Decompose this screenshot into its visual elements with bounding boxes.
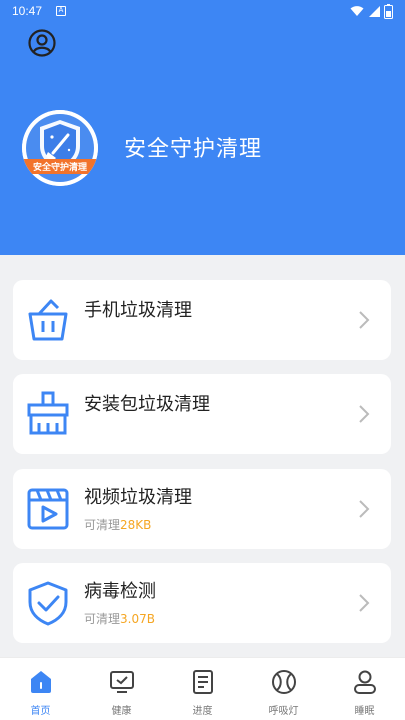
chevron-right-icon bbox=[359, 311, 370, 329]
tab-label: 健康 bbox=[111, 706, 132, 717]
profile-button[interactable] bbox=[27, 28, 57, 58]
status-bar: 10:47 A bbox=[0, 0, 405, 24]
cleanable-amount: 28KB bbox=[120, 518, 152, 532]
cleanable-size: 可清理3.07B bbox=[84, 610, 155, 627]
cleanable-amount: 3.07B bbox=[120, 612, 155, 626]
broom-icon bbox=[27, 391, 69, 435]
card-virus-scan[interactable]: 病毒检测 可清理3.07B bbox=[13, 563, 391, 643]
chevron-right-icon bbox=[359, 405, 370, 423]
monitor-check-icon bbox=[110, 671, 134, 693]
chevron-right-icon bbox=[359, 594, 370, 612]
shield-check-icon bbox=[28, 581, 68, 626]
signal-icon bbox=[369, 6, 380, 17]
card-title: 视频垃圾清理 bbox=[84, 487, 192, 508]
cleanable-size: 可清理28KB bbox=[84, 516, 151, 533]
tab-breathing-light[interactable]: 呼吸灯 bbox=[243, 658, 324, 720]
card-package-junk[interactable]: 安装包垃圾清理 bbox=[13, 374, 391, 454]
status-time: 10:47 bbox=[12, 4, 43, 18]
bottom-tab-bar: 首页 健康 进度 呼吸灯 睡眠 bbox=[0, 657, 405, 720]
card-title: 安装包垃圾清理 bbox=[84, 394, 210, 415]
tab-sleep[interactable]: 睡眠 bbox=[324, 658, 405, 720]
battery-icon bbox=[384, 4, 393, 19]
card-video-junk[interactable]: 视频垃圾清理 可清理28KB bbox=[13, 469, 391, 549]
tab-label: 首页 bbox=[30, 706, 51, 717]
tab-home[interactable]: 首页 bbox=[0, 658, 81, 720]
tab-label: 进度 bbox=[192, 706, 213, 717]
video-clapper-icon bbox=[27, 488, 69, 530]
app-title: 安全守护清理 bbox=[124, 137, 263, 162]
cleanable-label: 可清理 bbox=[84, 518, 121, 532]
logo-text: 安全守护清理 bbox=[32, 163, 87, 173]
person-icon bbox=[354, 670, 376, 694]
app-logo: 安全守护清理 bbox=[22, 110, 98, 186]
card-phone-junk[interactable]: 手机垃圾清理 bbox=[13, 280, 391, 360]
notification-icon: A bbox=[56, 6, 66, 16]
tab-health[interactable]: 健康 bbox=[81, 658, 162, 720]
home-icon bbox=[31, 671, 51, 693]
tab-label: 睡眠 bbox=[354, 706, 375, 717]
cleanable-label: 可清理 bbox=[84, 612, 121, 626]
trash-basket-icon bbox=[28, 299, 68, 341]
tab-label: 呼吸灯 bbox=[268, 706, 299, 717]
tab-progress[interactable]: 进度 bbox=[162, 658, 243, 720]
card-title: 病毒检测 bbox=[84, 581, 156, 602]
main-content: 手机垃圾清理 安装包垃圾清理 视频垃圾清理 可清理28KB 病毒检测 可清理3.… bbox=[0, 255, 405, 657]
user-circle-icon bbox=[28, 29, 56, 57]
card-title: 手机垃圾清理 bbox=[84, 300, 192, 321]
header: 10:47 A 安全守护清理 安全守护清理 bbox=[0, 0, 405, 255]
chevron-right-icon bbox=[359, 500, 370, 518]
wifi-icon bbox=[350, 6, 364, 16]
document-icon bbox=[193, 670, 213, 694]
ball-icon bbox=[272, 670, 296, 694]
